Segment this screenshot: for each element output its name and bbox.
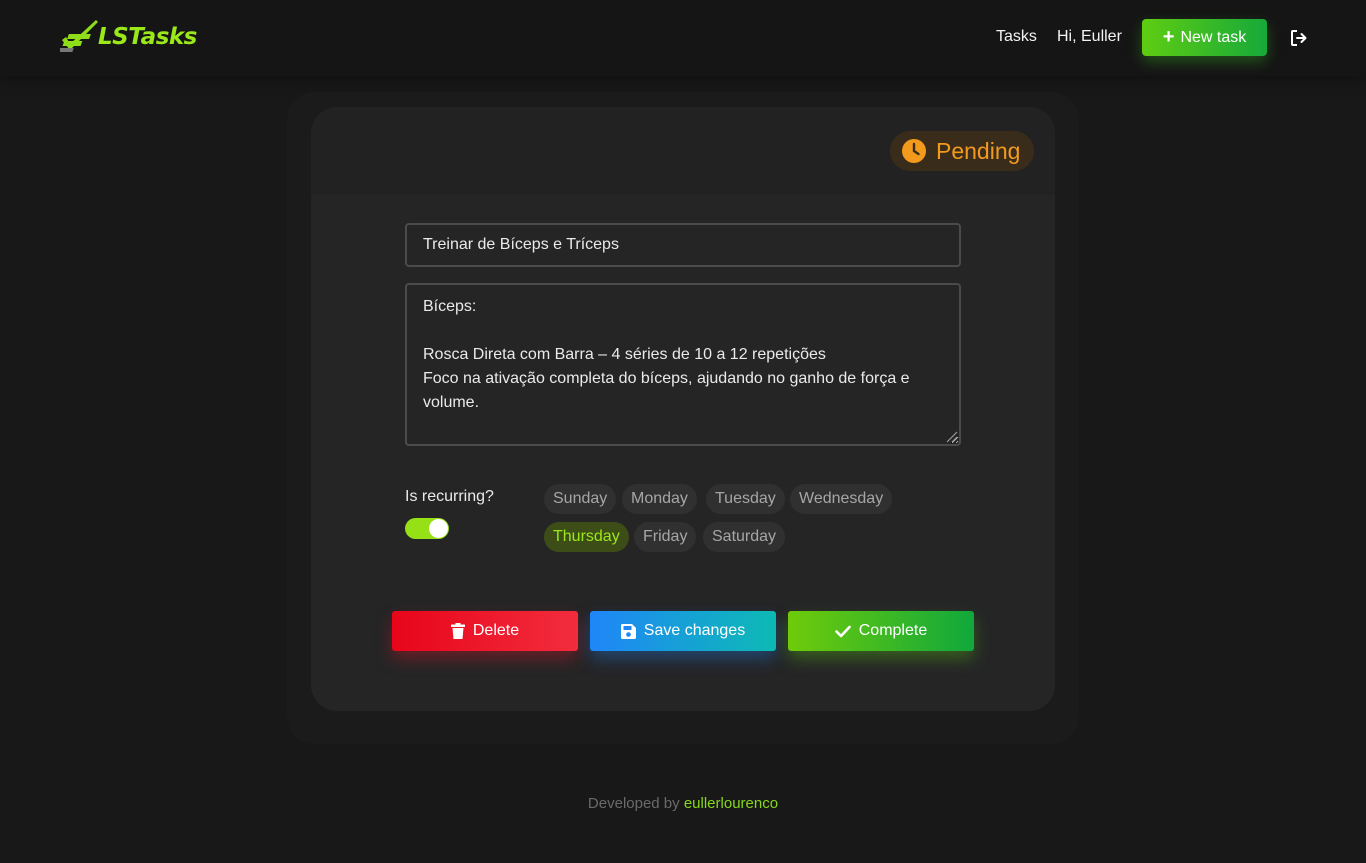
delete-button[interactable]: Delete [392,611,578,651]
save-changes-button[interactable]: Save changes [590,611,776,651]
save-icon [620,623,636,639]
user-greeting[interactable]: Hi, Euller [1057,28,1122,46]
day-chip-saturday[interactable]: Saturday [703,522,786,552]
logout-icon[interactable] [1290,29,1308,47]
navbar: LSTasks Tasks Hi, Euller + New task [0,0,1366,76]
day-chip-tuesday[interactable]: Tuesday [706,484,785,514]
toggle-knob [429,519,448,538]
clock-icon [902,139,926,163]
plus-icon: + [1162,25,1175,48]
day-chip-thursday[interactable]: Thursday [544,522,629,552]
complete-label: Complete [858,622,928,639]
logo-text: LSTasks [98,24,197,50]
footer: Developed by eullerlourenco [0,795,1366,812]
resize-handle-icon[interactable] [944,429,958,443]
card-header: Pending [311,107,1055,195]
recurring-toggle[interactable] [405,518,449,539]
delete-label: Delete [472,622,520,639]
recurring-label: Is recurring? [405,488,494,505]
author-link[interactable]: eullerlourenco [684,795,778,812]
trash-icon [450,623,465,639]
nav-tasks-link[interactable]: Tasks [996,28,1037,46]
day-chip-monday[interactable]: Monday [622,484,697,514]
day-chip-friday[interactable]: Friday [634,522,697,552]
new-task-button[interactable]: + New task [1142,19,1267,56]
task-title-input[interactable] [405,223,961,267]
status-label: Pending [936,137,1021,164]
task-description-textarea[interactable]: Bíceps: Rosca Direta com Barra – 4 série… [405,283,961,446]
day-chip-sunday[interactable]: Sunday [544,484,617,514]
new-task-label: New task [1180,28,1247,46]
footer-prefix: Developed by [587,795,680,812]
logo[interactable]: LSTasks [60,20,197,54]
check-icon [834,625,851,637]
complete-button[interactable]: Complete [788,611,974,651]
day-chip-wednesday[interactable]: Wednesday [790,484,893,514]
status-badge: Pending [890,131,1034,171]
task-card: Pending Bíceps: Rosca Direta com Barra –… [311,107,1055,711]
save-label: Save changes [643,622,746,639]
